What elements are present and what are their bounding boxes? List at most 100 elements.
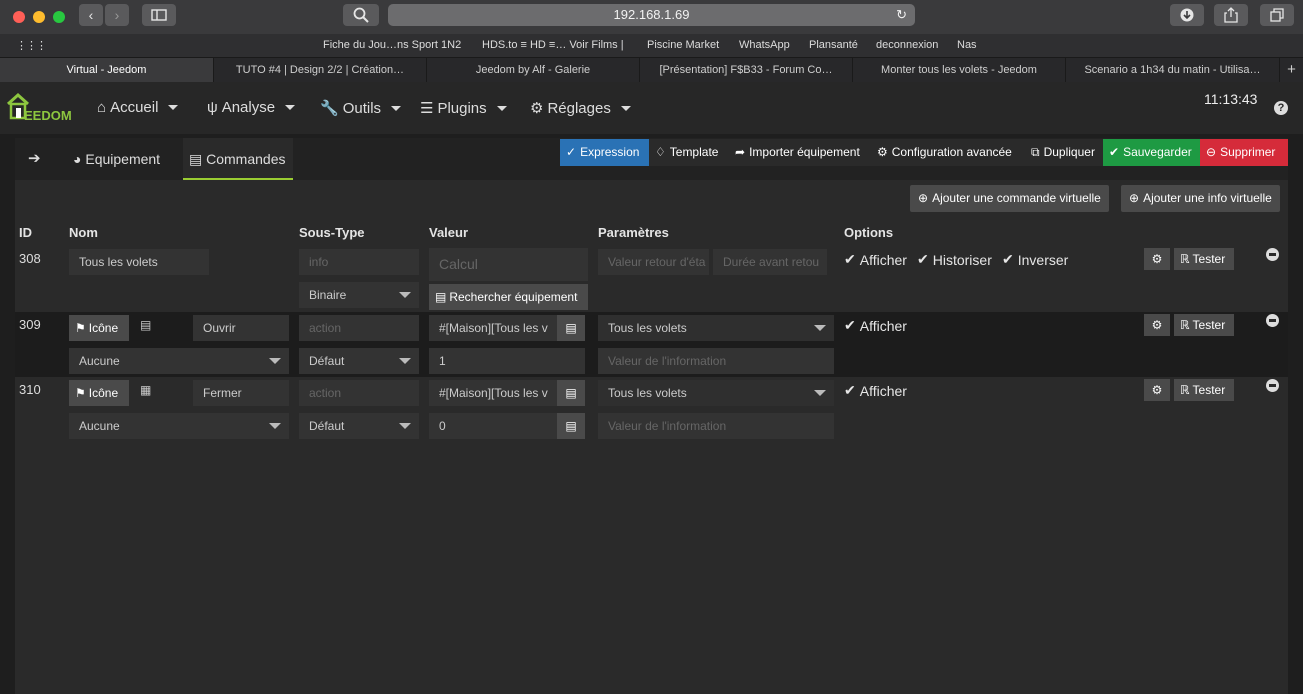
subtype-select[interactable]: Défaut [299,413,419,439]
forward-button[interactable]: › [105,4,129,26]
save-button[interactable]: ✔ Sauvegarder [1103,139,1200,166]
choose-icon-button[interactable]: ⚑ Icône [69,380,129,406]
test-cmd-button[interactable]: ℝ Tester [1174,314,1234,336]
add-virtual-command-button[interactable]: ⊕ Ajouter une commande virtuelle [910,185,1109,212]
configure-cmd-button[interactable]: ⚙ [1144,379,1170,401]
option-historiser[interactable]: ✔ Historiser [917,251,992,268]
rss-icon: ℝ [1180,252,1190,266]
nav-analyse[interactable]: ψ Analyse [207,99,296,116]
flag-icon: ⚑ [75,386,86,400]
duplicate-button[interactable]: ⧉ Dupliquer [1025,139,1103,166]
minimize-window-button[interactable] [33,11,45,23]
favorite-link[interactable]: WhatsApp [739,39,790,51]
search-button[interactable] [343,4,379,26]
param-select[interactable]: Tous les volets [598,315,834,341]
favorites-bar: ⋮⋮⋮ Fiche du Jou…ns Sport 1N2 HDS.to ≡ H… [0,34,1303,58]
search-equipment-button[interactable]: ▤ Rechercher équipement [429,284,588,310]
subtype-select[interactable]: Défaut [299,348,419,374]
nav-reglages[interactable]: ⚙ Réglages [530,99,631,117]
param-select[interactable]: Tous les volets [598,380,834,406]
close-window-button[interactable] [13,11,25,23]
zoom-window-button[interactable] [53,11,65,23]
calcul-textarea[interactable]: Calcul [429,248,588,281]
back-button[interactable]: ‹ [79,4,103,26]
option-afficher[interactable]: ✔ Afficher [844,317,907,334]
cmd-name-input[interactable]: Tous les volets [69,249,209,275]
subtype-select[interactable]: Binaire [299,282,419,308]
value-input[interactable]: 0 [429,413,557,439]
browser-tab[interactable]: Monter tous les volets - Jeedom [853,58,1066,82]
tab-commandes[interactable]: ▤ Commandes [183,138,293,180]
info-value-input[interactable]: Valeur de l'information [598,348,834,374]
type-select[interactable]: info [299,249,419,275]
rss-icon: ℝ [1180,318,1190,332]
advanced-config-button[interactable]: ⚙ Configuration avancée [871,139,1025,166]
share-button[interactable] [1214,4,1248,26]
check-icon: ✔ [844,251,856,267]
type-select[interactable]: action [299,380,419,406]
favorite-link[interactable]: deconnexion [876,39,938,51]
test-cmd-button[interactable]: ℝ Tester [1174,248,1234,270]
grid-icon[interactable]: ⋮⋮⋮ [16,39,47,52]
downloads-button[interactable] [1170,4,1204,26]
nav-accueil[interactable]: ⌂ Accueil [97,99,179,116]
option-inverser[interactable]: ✔ Inverser [1002,251,1068,268]
browser-tab[interactable]: Scenario a 1h34 du matin - Utilisa… [1066,58,1280,82]
copy-icon: ⧉ [1031,145,1040,159]
cmd-name-input[interactable]: Ouvrir [193,315,289,341]
shutter-closed-icon: ▦ [140,383,152,397]
nav-outils[interactable]: 🔧 Outils [320,99,402,117]
expression-button[interactable]: ✓ Expression [560,139,649,166]
cmd-name-input[interactable]: Fermer [193,380,289,406]
option-afficher[interactable]: ✔ Afficher [844,251,907,268]
value-input[interactable]: 1 [429,348,585,374]
remove-cmd-icon[interactable] [1266,314,1279,327]
add-virtual-info-button[interactable]: ⊕ Ajouter une info virtuelle [1121,185,1280,212]
jeedom-logo[interactable]: EEDOM [6,90,78,124]
favorite-link[interactable]: HDS.to ≡ HD ≡… Voir Films | [482,39,624,51]
choose-icon-button[interactable]: ⚑ Icône [69,315,129,341]
browser-tab[interactable]: TUTO #4 | Design 2/2 | Création… [214,58,427,82]
type-select[interactable]: action [299,315,419,341]
list-cmd-button[interactable]: ▤ [557,413,585,439]
favorite-link[interactable]: Nas [957,39,977,51]
browser-tab[interactable]: [Présentation] F$B33 - Forum Co… [640,58,853,82]
action-value-input[interactable]: #[Maison][Tous les v [429,315,557,341]
check-circle-icon: ✔ [1109,145,1120,159]
address-bar[interactable]: 192.168.1.69 ↻ [388,4,915,26]
return-delay-input[interactable]: Durée avant retou [713,249,827,275]
nav-plugins[interactable]: ☰ Plugins [420,99,507,117]
delete-button[interactable]: ⊖ Supprimer [1200,139,1288,166]
return-value-input[interactable]: Valeur retour d'éta [598,249,709,275]
check-icon: ✔ [917,251,929,267]
configure-cmd-button[interactable]: ⚙ [1144,314,1170,336]
new-tab-button[interactable]: + [1280,58,1303,82]
favorite-link[interactable]: Plansanté [809,39,858,51]
list-cmd-button[interactable]: ▤ [557,380,585,406]
option-afficher[interactable]: ✔ Afficher [844,382,907,399]
favorite-link[interactable]: Piscine Market [647,39,719,51]
remove-cmd-icon[interactable] [1266,248,1279,261]
tab-equipement[interactable]: ◕ Equipement [73,138,160,180]
generic-type-select[interactable]: Aucune [69,413,289,439]
import-equipment-button[interactable]: ➦ Importer équipement [729,139,871,166]
remove-cmd-icon[interactable] [1266,379,1279,392]
help-icon[interactable]: ? [1274,101,1288,115]
tabs-overview-button[interactable] [1260,4,1294,26]
list-cmd-button[interactable]: ▤ [557,315,585,341]
generic-type-select[interactable]: Aucune [69,348,289,374]
back-arrow-icon[interactable]: ➔ [28,138,41,180]
configure-cmd-button[interactable]: ⚙ [1144,248,1170,270]
browser-tab[interactable]: Virtual - Jeedom [0,58,214,82]
action-value-input[interactable]: #[Maison][Tous les v [429,380,557,406]
test-cmd-button[interactable]: ℝ Tester [1174,379,1234,401]
reload-icon[interactable]: ↻ [896,4,907,26]
stethoscope-icon: ψ [207,99,218,116]
rss-icon: ℝ [1180,383,1190,397]
info-value-input[interactable]: Valeur de l'information [598,413,834,439]
share-arrow-icon: ➦ [735,145,746,159]
favorite-link[interactable]: Fiche du Jou…ns Sport 1N2 [323,39,461,51]
sidebar-toggle-button[interactable] [142,4,176,26]
template-button[interactable]: ♢ Template [649,139,729,166]
browser-tab[interactable]: Jeedom by Alf - Galerie [427,58,640,82]
